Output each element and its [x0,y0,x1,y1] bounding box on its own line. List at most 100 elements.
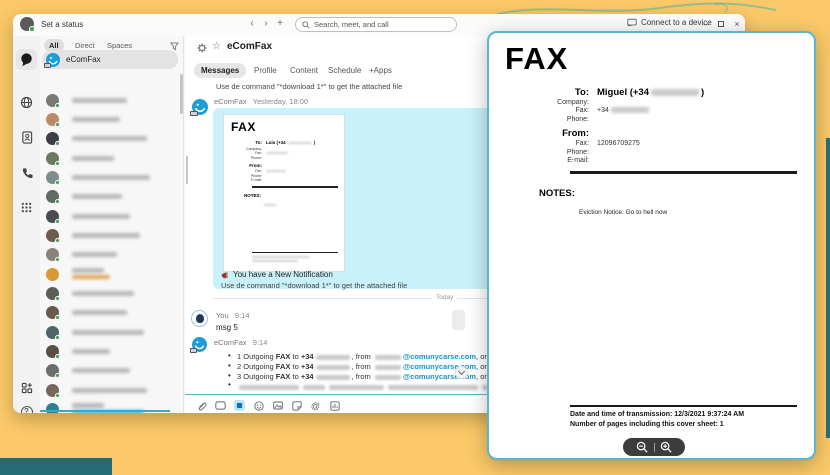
notification-text: You have a New Notification [233,270,333,279]
chat-list-item[interactable] [46,248,59,261]
chat-list-item[interactable] [46,210,59,223]
megaphone-icon [221,271,229,279]
rail-apps-button[interactable] [18,379,35,396]
contacts-icon [21,131,33,144]
zoom-divider [654,443,655,452]
poll-icon[interactable] [329,400,340,411]
conversation-title: eComFax [227,41,272,52]
bubble-hint: Use de command "*download 1*" to get the… [221,281,407,290]
emoji-icon[interactable] [253,400,264,411]
thumb-to-value: Luis (+34) [266,140,315,145]
message-sender: eComFax [214,97,247,106]
new-button[interactable]: + [274,17,286,31]
chat-list-item[interactable] [46,287,59,300]
message-header: eComFax 9:14 [214,338,267,347]
chat-list-item[interactable] [46,190,59,203]
list-accent-line [40,410,170,412]
rail-calls-button[interactable] [18,164,35,181]
ecomfax-app-icon[interactable] [234,400,245,411]
forward-button[interactable]: › [260,17,272,31]
zoom-in-button[interactable] [660,441,673,454]
fax-email-label: E-mail: [505,157,589,164]
message-sender: eComFax [214,338,247,347]
chat-name: eComFax [66,55,101,64]
minimize-button[interactable]: – [699,17,713,31]
presence-dot [29,26,35,32]
rail-contacts-button[interactable] [18,129,35,146]
fax-thumbnail[interactable]: FAX To: Luis (+34) Company: Fax: Phone: … [223,114,345,272]
command-hint: Use de command "*download 1*" to get the… [216,82,402,91]
chat-list-item[interactable] [46,326,59,339]
rail-communities-button[interactable] [18,94,35,111]
compose-toolbar: @ [196,400,340,411]
help-icon: ? [21,406,33,414]
fax-to-fax-value: +34 [597,107,651,114]
desktop: Set a status ‹ › + Search, meet, and cal… [0,0,830,475]
fax-pages-line: Number of pages including this cover she… [570,421,724,428]
chat-list-item[interactable] [46,113,59,126]
chat-list-item[interactable] [46,403,59,413]
thumb-company-label: Company: [234,147,262,151]
zoom-controls [623,438,685,456]
message-sender: You [216,311,229,320]
video-clip-icon[interactable] [215,400,226,411]
chat-list-item[interactable] [46,152,59,165]
tab-profile[interactable]: Profile [247,63,284,78]
tab-apps[interactable]: +Apps [362,63,399,78]
chat-list-item[interactable] [46,306,59,319]
chat-list-item[interactable] [46,171,59,184]
fax-from-fax-value: 12096709275 [597,140,640,147]
favorite-star-icon[interactable]: ☆ [212,41,221,52]
you-avatar[interactable] [191,310,208,327]
zoom-out-button[interactable] [636,441,649,454]
rail-help-button[interactable]: ? [18,403,35,413]
back-button[interactable]: ‹ [246,17,258,31]
mention-icon[interactable]: @ [310,400,321,411]
thumb-email-label: E-mail: [234,178,262,182]
chat-list-item[interactable] [46,268,59,281]
cast-icon [627,18,637,27]
ecomfax-avatar[interactable] [192,337,207,352]
fax-company-label: Company: [505,99,589,106]
fax-to-value: Miguel (+34) [597,87,704,98]
search-input[interactable]: Search, meet, and call [295,17,457,32]
message-time: Yesterday, 18:00 [253,97,308,106]
fax-title: FAX [505,41,568,77]
ecomfax-avatar[interactable] [192,99,208,115]
fax-transmission-line: Date and time of transmission: 12/3/2021… [570,411,744,418]
chat-list-item[interactable] [46,364,59,377]
scroll-to-bottom-button[interactable] [455,366,468,379]
chat-list-item[interactable] [46,229,59,242]
chat-list-item[interactable] [46,384,59,397]
phone-icon [21,167,33,179]
gallery-icon[interactable] [272,400,283,411]
apps-icon [21,382,33,394]
messages-scrollbar[interactable] [186,156,188,184]
search-placeholder: Search, meet, and call [314,20,389,29]
sticker-icon[interactable] [291,400,302,411]
rail-chats-button[interactable] [18,51,35,68]
fax-fax-label: Fax: [505,107,589,114]
attach-icon[interactable] [196,400,207,411]
thumb-from-label: From: [234,163,262,168]
chat-list-item[interactable] [46,94,59,107]
email-link[interactable]: @comunycarse.com [403,352,476,361]
fax-divider-bottom [570,405,797,407]
chat-list-item[interactable] [46,132,59,145]
rail-dialpad-button[interactable] [18,199,35,216]
chat-icon [19,52,34,67]
chat-list-scrollbar[interactable] [180,74,183,114]
fax-note-text: Eviction Notice. Go to hell now [579,209,667,216]
set-status-button[interactable]: Set a status [41,20,83,29]
fax-notes-label: NOTES: [539,188,575,199]
tab-content[interactable]: Content [283,63,325,78]
message-time: 9:14 [235,311,250,320]
gear-icon[interactable] [197,43,207,53]
close-button[interactable]: × [730,17,744,31]
maximize-button[interactable] [718,21,724,27]
message-hover-menu[interactable] [452,310,465,330]
chat-list-item[interactable] [46,345,59,358]
chat-list-item-ecomfax[interactable]: eComFax [42,50,178,69]
tab-messages[interactable]: Messages [194,63,246,78]
thumb-fax-label: Fax: [234,151,262,155]
